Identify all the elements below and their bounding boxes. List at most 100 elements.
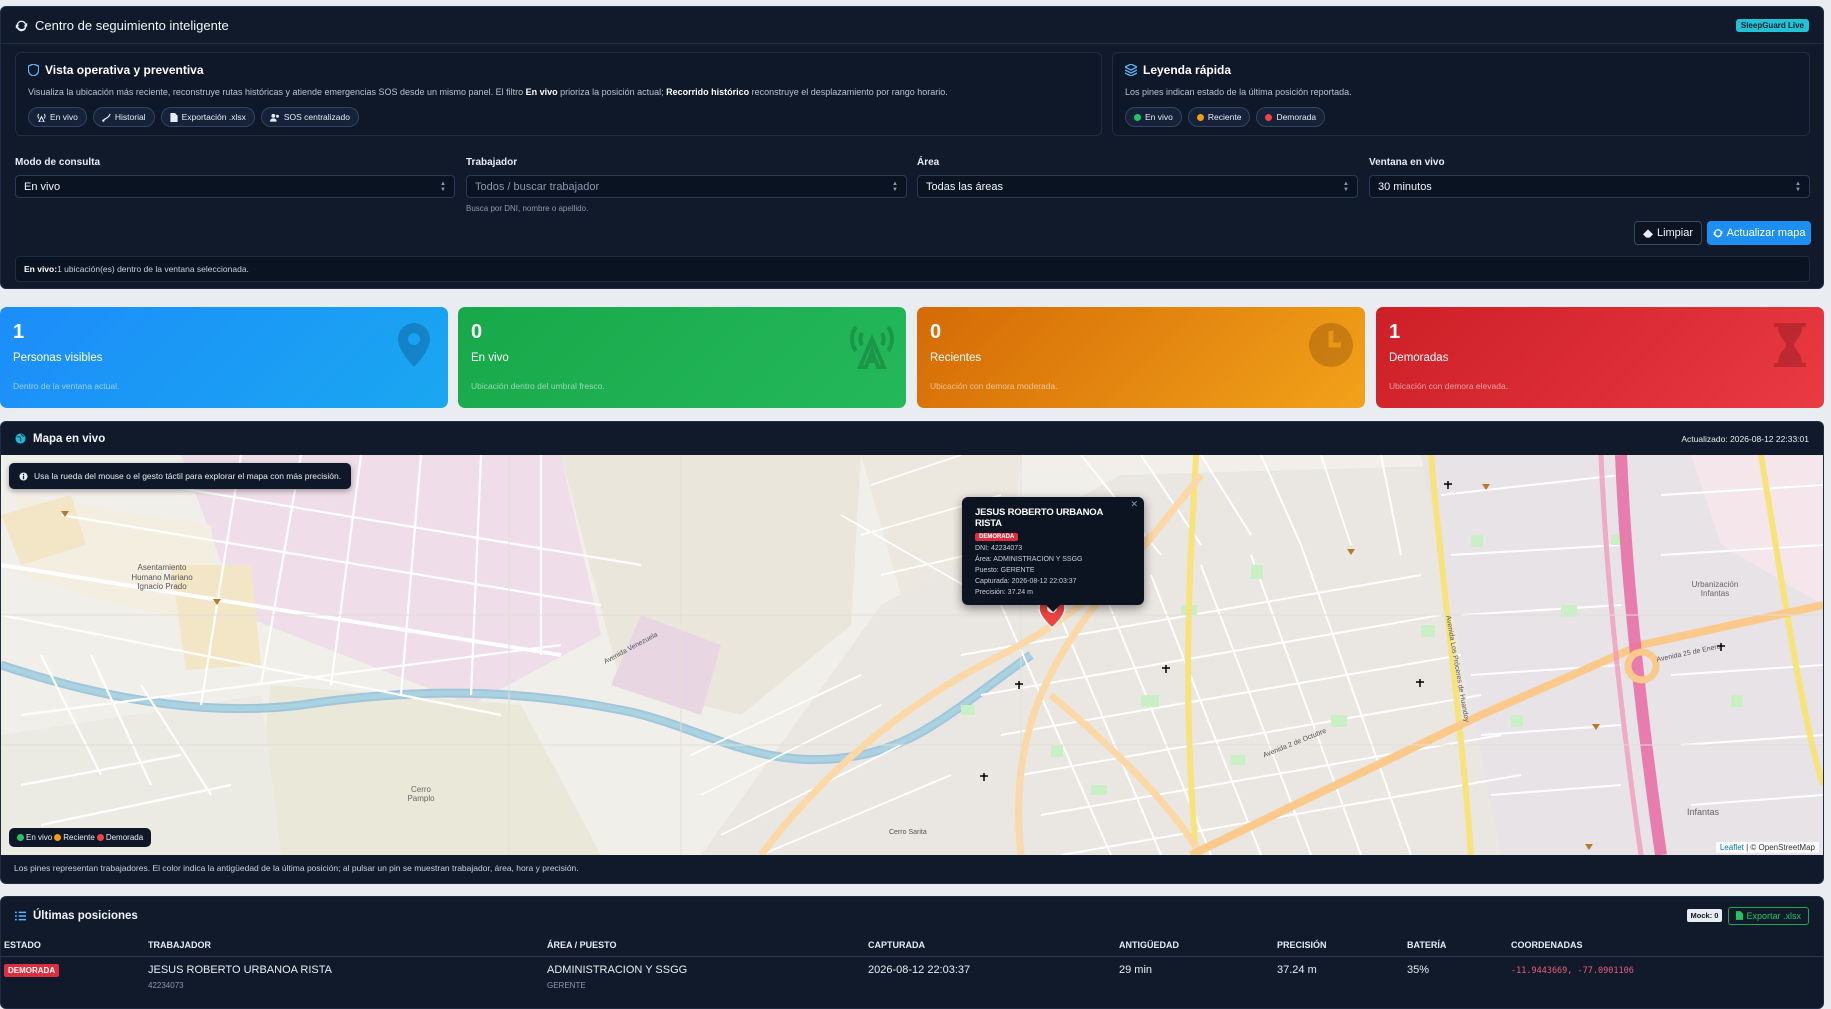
overview-chips: En vivo Historial Exportación .xlsx SOS … bbox=[28, 107, 1089, 128]
positions-actions: Mock: 0 Exportar .xlsx bbox=[1686, 906, 1809, 925]
col-battery[interactable]: BATERÍA bbox=[1404, 934, 1508, 957]
row-worker-name: JESUS ROBERTO URBANOA RISTA bbox=[148, 964, 332, 976]
col-age[interactable]: ANTIGÜEDAD bbox=[1116, 934, 1274, 957]
popup-precision: Precisión: 37.24 m bbox=[975, 589, 1033, 596]
map-label: Urbanización Infantas bbox=[1691, 580, 1739, 598]
popup-dni: DNI: 42234073 bbox=[975, 545, 1023, 552]
kpi-recent-sub: Ubicación con demora moderada. bbox=[930, 381, 1058, 391]
status-badge: DEMORADA bbox=[4, 964, 60, 977]
kpi-live-sub: Ubicación dentro del umbral fresco. bbox=[471, 381, 605, 391]
map-label: Cerro Sarita bbox=[889, 829, 927, 836]
filter-mode: Modo de consulta En vivo ▲ ▼ bbox=[15, 157, 455, 198]
clear-button[interactable]: Limpiar bbox=[1634, 221, 1702, 245]
mock-badge: Mock: 0 bbox=[1686, 909, 1723, 922]
chevron-down-icon: ▲ ▼ bbox=[440, 180, 446, 193]
col-area[interactable]: ÁREA / PUESTO bbox=[544, 934, 865, 957]
legend-chip-recent: Reciente bbox=[1187, 107, 1251, 128]
refresh-icon bbox=[1713, 229, 1722, 238]
overview-title-row: Vista operativa y preventiva bbox=[28, 63, 1089, 77]
worker-hint: Busca por DNI, nombre o apellido. bbox=[466, 204, 589, 213]
close-icon[interactable]: ✕ bbox=[1130, 499, 1138, 510]
kpi-recent-value: 0 bbox=[930, 321, 942, 343]
row-captured: 2026-08-12 22:03:37 bbox=[868, 964, 971, 976]
filter-mode-label: Modo de consulta bbox=[15, 157, 100, 168]
col-status[interactable]: ESTADO bbox=[1, 934, 145, 957]
list-icon bbox=[15, 911, 26, 920]
map-pin-icon bbox=[398, 323, 430, 367]
positions-title: Últimas posiciones bbox=[33, 909, 138, 922]
legend-chip-delayed: Demorada bbox=[1256, 107, 1326, 128]
map-footnote: Los pines representan trabajadores. El c… bbox=[14, 863, 579, 873]
filter-area-label: Área bbox=[917, 157, 940, 168]
map-label: Infantas bbox=[1687, 807, 1720, 817]
mode-select[interactable]: En vivo ▲ ▼ bbox=[15, 175, 455, 198]
kpi-live-value: 0 bbox=[471, 321, 483, 343]
popup-role: Puesto: GERENTE bbox=[975, 567, 1035, 574]
overview-title: Vista operativa y preventiva bbox=[45, 63, 204, 77]
chip-export: Exportación .xlsx bbox=[160, 107, 255, 128]
export-xlsx-button[interactable]: Exportar .xlsx bbox=[1728, 906, 1809, 925]
popup-status-tag: DEMORADA bbox=[975, 533, 1019, 541]
legend-card: Leyenda rápida Los pines indican estado … bbox=[1112, 52, 1810, 136]
chip-live: En vivo bbox=[28, 107, 87, 128]
kpi-delayed: 1 Demoradas Ubicación con demora elevada… bbox=[1376, 307, 1824, 408]
legend-title: Leyenda rápida bbox=[1143, 63, 1232, 77]
chevron-down-icon: ▲ ▼ bbox=[892, 180, 898, 193]
row-precision: 37.24 m bbox=[1277, 964, 1317, 976]
kpi-live-label: En vivo bbox=[471, 352, 509, 364]
broadcast-icon bbox=[37, 113, 46, 122]
map-hint-toast: Usa la rueda del mouse o el gesto táctil… bbox=[9, 463, 352, 489]
overview-description: Visualiza la ubicación más reciente, rec… bbox=[28, 87, 948, 97]
map-title-group: Mapa en vivo bbox=[15, 433, 105, 445]
header-title-group: Centro de seguimiento inteligente bbox=[15, 18, 229, 33]
kpi-visible: 1 Personas visibles Dentro de la ventana… bbox=[0, 307, 448, 408]
row-battery: 35% bbox=[1407, 964, 1430, 976]
row-coordinates[interactable]: -11.9443669, -77.0901106 bbox=[1511, 966, 1634, 976]
hourglass-icon bbox=[1774, 323, 1806, 367]
row-area: ADMINISTRACION Y SSGG bbox=[547, 964, 688, 976]
broadcast-tower-icon bbox=[850, 325, 894, 369]
map-header: Mapa en vivo Actualizado: 2026-08-12 22:… bbox=[1, 422, 1823, 455]
row-role: GERENTE bbox=[547, 981, 586, 990]
control-header: Centro de seguimiento inteligente SleepG… bbox=[1, 7, 1823, 44]
col-coords[interactable]: COORDENADAS bbox=[1508, 934, 1823, 957]
map-legend: En vivo Reciente Demorada bbox=[9, 828, 152, 847]
table-row[interactable]: DEMORADA JESUS ROBERTO URBANOA RISTA 4223… bbox=[1, 957, 1823, 990]
positions-table: ESTADO TRABAJADOR ÁREA / PUESTO CAPTURAD… bbox=[1, 934, 1823, 990]
kpi-visible-value: 1 bbox=[13, 321, 25, 343]
status-bar: En vivo: 1 ubicación(es) dentro de la ve… bbox=[15, 256, 1810, 282]
users-icon bbox=[269, 113, 279, 122]
row-age: 29 min bbox=[1119, 964, 1153, 976]
app-badge: SleepGuard Live bbox=[1735, 18, 1809, 32]
kpi-delayed-value: 1 bbox=[1389, 321, 1401, 343]
legend-description: Los pines indican estado de la última po… bbox=[1125, 87, 1352, 97]
legend-chip-live: En vivo bbox=[1125, 107, 1182, 128]
sync-icon bbox=[15, 20, 28, 31]
col-worker[interactable]: TRABAJADOR bbox=[145, 934, 544, 957]
table-header-row: ESTADO TRABAJADOR ÁREA / PUESTO CAPTURAD… bbox=[1, 934, 1823, 957]
area-select[interactable]: Todas las áreas ▲ ▼ bbox=[917, 175, 1358, 198]
kpi-recent-label: Recientes bbox=[930, 352, 982, 364]
file-icon bbox=[169, 112, 178, 122]
filter-worker-label: Trabajador bbox=[466, 157, 518, 168]
page-title: Centro de seguimiento inteligente bbox=[35, 17, 229, 33]
control-panel: Centro de seguimiento inteligente SleepG… bbox=[0, 6, 1824, 289]
window-select[interactable]: 30 minutos ▲ ▼ bbox=[1369, 175, 1810, 198]
legend-chips: En vivo Reciente Demorada bbox=[1125, 107, 1797, 128]
kpi-visible-sub: Dentro de la ventana actual. bbox=[13, 381, 120, 391]
col-precision[interactable]: PRECISIÓN bbox=[1274, 934, 1404, 957]
positions-title-group: Últimas posiciones bbox=[15, 910, 138, 922]
eraser-icon bbox=[1642, 228, 1653, 238]
refresh-map-button[interactable]: Actualizar mapa bbox=[1707, 221, 1811, 245]
leaflet-link[interactable]: Leaflet bbox=[1720, 843, 1744, 852]
live-map[interactable]: Asentamiento Humano Mariano Ignacio Prad… bbox=[1, 455, 1823, 855]
popup-captured: Capturada: 2026-08-12 22:03:37 bbox=[975, 578, 1077, 585]
col-captured[interactable]: CAPTURADA bbox=[865, 934, 1116, 957]
map-label: Cerro Pamplo bbox=[407, 785, 435, 803]
positions-header: Últimas posiciones Mock: 0 Exportar .xls… bbox=[1, 897, 1823, 934]
worker-select[interactable]: Todos / buscar trabajador ▲ ▼ bbox=[466, 175, 907, 198]
layers-icon bbox=[1125, 64, 1137, 76]
filter-area: Área Todas las áreas ▲ ▼ bbox=[917, 157, 1358, 198]
chevron-down-icon: ▲ ▼ bbox=[1795, 180, 1801, 193]
clock-icon bbox=[1309, 323, 1353, 367]
